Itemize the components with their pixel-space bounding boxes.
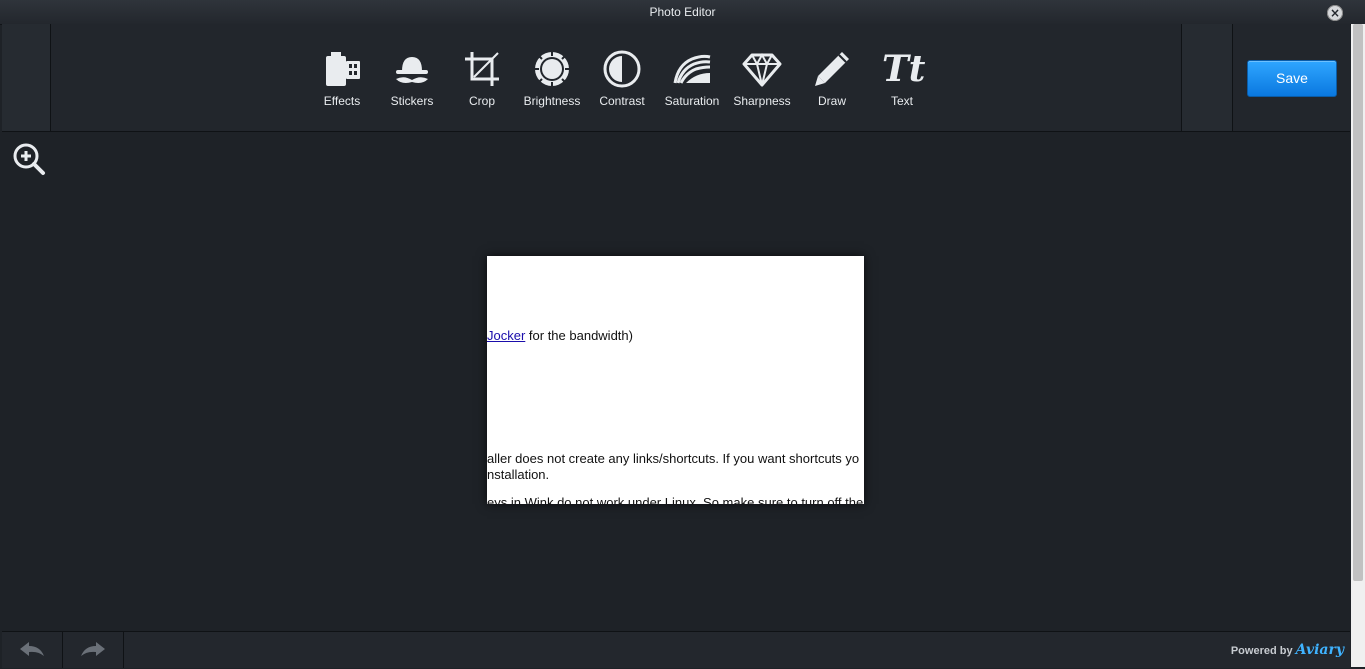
tool-brightness[interactable]: Brightness xyxy=(517,49,587,119)
aviary-logo[interactable]: Aviary xyxy=(1296,642,1344,658)
document-line: Jocker for the bandwidth) xyxy=(487,328,633,343)
tool-saturation[interactable]: Saturation xyxy=(657,49,727,119)
tool-label: Contrast xyxy=(599,94,645,108)
toolbar: Effects Stickers Crop Brightness Contras… xyxy=(2,24,1350,132)
tool-contrast[interactable]: Contrast xyxy=(587,49,657,119)
tool-label: Brightness xyxy=(523,94,581,108)
powered-by: Powered by Aviary xyxy=(1231,632,1344,669)
tool-text[interactable]: Tt Text xyxy=(867,49,937,119)
contrast-icon xyxy=(603,50,641,88)
saturation-icon xyxy=(673,54,711,84)
document-text: for the bandwidth) xyxy=(525,328,633,343)
redo-icon xyxy=(81,642,105,656)
tool-label: Crop xyxy=(468,94,495,108)
tool-label: Effects xyxy=(323,94,361,108)
bottom-bar: Powered by Aviary xyxy=(2,631,1350,668)
vertical-scrollbar[interactable] xyxy=(1351,24,1365,667)
document-line: aller does not create any links/shortcut… xyxy=(487,451,860,466)
image-canvas[interactable]: Jocker for the bandwidth) aller does not… xyxy=(487,256,864,504)
text-icon: Tt xyxy=(882,48,926,90)
undo-icon xyxy=(20,642,44,656)
tool-label: Sharpness xyxy=(733,94,791,108)
tool-draw[interactable]: Draw xyxy=(797,49,867,119)
scrollbar-thumb[interactable] xyxy=(1353,24,1363,581)
close-icon: × xyxy=(1329,6,1341,20)
undo-button[interactable] xyxy=(2,632,63,668)
toolbar-right-divider xyxy=(1181,24,1233,131)
sun-icon xyxy=(534,51,570,87)
close-button[interactable]: × xyxy=(1327,5,1343,21)
powered-by-text: Powered by xyxy=(1230,645,1293,657)
tool-label: Draw xyxy=(817,94,846,108)
title-bar: Photo Editor × xyxy=(0,0,1365,25)
save-button[interactable]: Save xyxy=(1247,60,1337,97)
document-link: Jocker xyxy=(487,328,526,343)
tool-label: Saturation xyxy=(664,94,720,108)
tool-crop[interactable]: Crop xyxy=(447,49,517,119)
film-icon xyxy=(326,52,360,86)
window-title: Photo Editor xyxy=(649,5,716,19)
tool-label: Stickers xyxy=(390,94,434,108)
crop-icon xyxy=(465,52,499,86)
tool-stickers[interactable]: Stickers xyxy=(377,49,447,119)
zoom-in-button[interactable] xyxy=(12,142,46,176)
toolbar-left-panel xyxy=(2,24,51,131)
tool-effects[interactable]: Effects xyxy=(307,49,377,119)
document-line: nstallation. xyxy=(487,467,550,482)
pencil-icon xyxy=(815,52,849,86)
tool-label: Text xyxy=(890,94,913,108)
zoom-in-icon xyxy=(13,143,45,175)
tool-sharpness[interactable]: Sharpness xyxy=(727,49,797,119)
document-line: eys in Wink do not work under Linux. So … xyxy=(487,495,864,504)
mustache-hat-icon xyxy=(396,57,428,83)
tool-list: Effects Stickers Crop Brightness Contras… xyxy=(307,49,937,119)
editor-frame: Effects Stickers Crop Brightness Contras… xyxy=(2,24,1350,668)
redo-button[interactable] xyxy=(63,632,124,668)
diamond-icon xyxy=(742,52,782,87)
